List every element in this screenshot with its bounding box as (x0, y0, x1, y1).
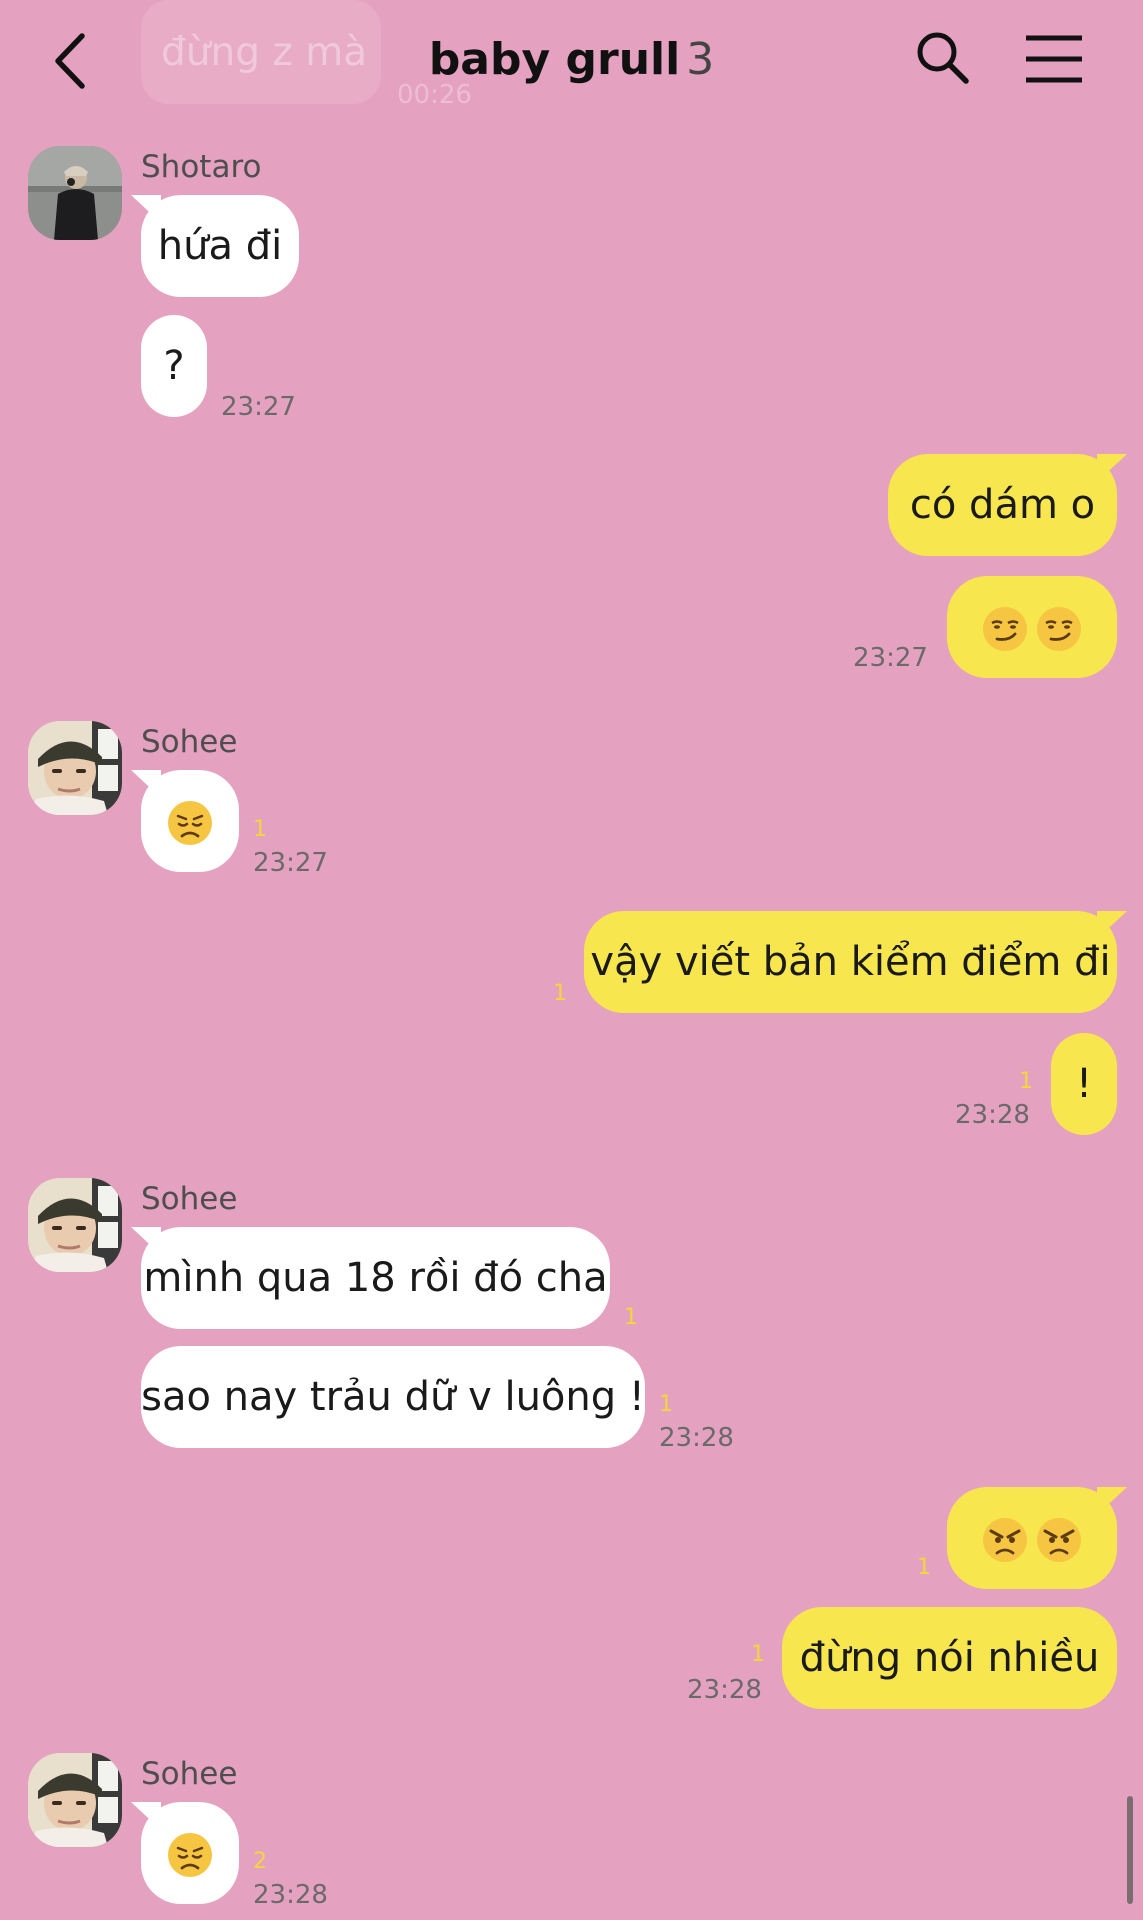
chat-header: baby grull 3 (0, 0, 1143, 122)
message-bubble-outgoing[interactable]: đừng nói nhiều (782, 1607, 1117, 1709)
chat-screen: đừng z mà 00:26 baby grull 3 Shotaro hứa… (0, 0, 1143, 1920)
scrollbar-thumb[interactable] (1127, 1796, 1133, 1904)
unread-count: 1 (624, 1305, 638, 1330)
avatar-shotaro[interactable] (28, 146, 122, 240)
message-bubble-outgoing[interactable] (947, 576, 1117, 678)
avatar-sohee[interactable] (28, 721, 122, 815)
message-bubble-incoming[interactable] (131, 770, 239, 872)
member-count: 3 (686, 34, 715, 85)
message-time: 23:28 (687, 1675, 762, 1705)
sender-name: Shotaro (141, 149, 262, 185)
message-bubble-incoming[interactable]: mình qua 18 rồi đó cha (131, 1227, 610, 1329)
unread-count: 1 (659, 1392, 673, 1417)
avatar-sohee[interactable] (28, 1753, 122, 1847)
message-time: 23:27 (853, 643, 928, 673)
unread-count: 2 (253, 1849, 267, 1874)
message-bubble-outgoing[interactable]: có dám o (888, 454, 1127, 556)
message-time: 23:28 (253, 1880, 328, 1910)
message-bubble-incoming[interactable]: sao nay trảu dữ v luông ! (141, 1346, 645, 1448)
angry-face-emoji (1037, 1518, 1081, 1562)
disappointed-face-emoji (168, 1833, 212, 1877)
message-text: có dám o (909, 482, 1096, 528)
message-text: ? (163, 343, 185, 389)
unread-count: 1 (253, 817, 267, 842)
message-text: sao nay trảu dữ v luông ! (141, 1374, 645, 1420)
message-time: 23:27 (221, 392, 296, 422)
unread-count: 1 (751, 1642, 765, 1667)
sender-name: Sohee (141, 1181, 238, 1217)
message-time: 23:27 (253, 848, 328, 878)
unread-count: 1 (1019, 1069, 1033, 1094)
chat-room-name: baby grull (428, 34, 681, 85)
message-text: hứa đi (157, 223, 283, 269)
message-bubble-outgoing[interactable]: vậy viết bản kiểm điểm đi (584, 911, 1127, 1013)
message-bubble-incoming[interactable]: ? (141, 315, 207, 417)
message-bubble-incoming[interactable] (131, 1802, 239, 1904)
message-time: 23:28 (659, 1423, 734, 1453)
search-button[interactable] (913, 28, 973, 88)
sender-name: Sohee (141, 1756, 238, 1792)
smirking-face-emoji (983, 607, 1027, 651)
hamburger-menu-icon (1026, 35, 1082, 83)
unread-count: 1 (553, 981, 567, 1006)
search-icon (917, 32, 969, 84)
message-text: vậy viết bản kiểm điểm đi (590, 939, 1111, 985)
message-text: mình qua 18 rồi đó cha (143, 1255, 608, 1301)
sender-name: Sohee (141, 724, 238, 760)
message-bubble-outgoing[interactable]: ! (1051, 1033, 1117, 1135)
message-bubble-incoming[interactable]: hứa đi (131, 195, 299, 297)
message-text: ! (1075, 1061, 1093, 1107)
menu-button[interactable] (1022, 32, 1086, 88)
message-text: đừng nói nhiều (799, 1635, 1100, 1681)
angry-face-emoji (983, 1518, 1027, 1562)
avatar-sohee[interactable] (28, 1178, 122, 1272)
message-bubble-outgoing[interactable] (947, 1487, 1127, 1589)
unread-count: 1 (917, 1555, 931, 1580)
message-time: 23:28 (955, 1100, 1030, 1130)
disappointed-face-emoji (168, 801, 212, 845)
smirking-face-emoji (1037, 607, 1081, 651)
